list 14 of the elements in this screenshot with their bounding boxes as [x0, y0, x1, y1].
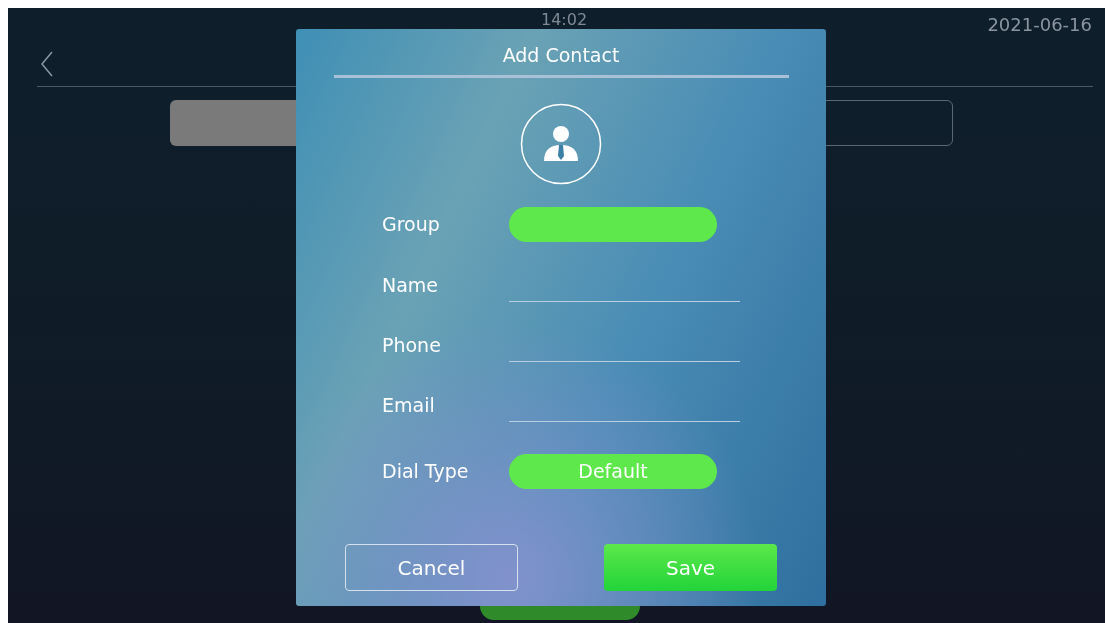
field-label: Group	[382, 213, 441, 235]
field-label: Email	[382, 394, 436, 418]
dropdown-field[interactable]: Default	[509, 453, 717, 489]
field-label: Phone	[382, 334, 442, 358]
status-time: 14:02	[541, 10, 588, 29]
status-date: 2021-06-16	[987, 14, 1092, 35]
save-button[interactable]: Save	[604, 544, 777, 591]
field-label: Dial Type	[382, 460, 470, 482]
field-label: Name	[382, 274, 440, 298]
cancel-button[interactable]: Cancel	[345, 544, 518, 591]
dialog-title: Add Contact	[502, 44, 620, 66]
dropdown-field[interactable]	[509, 206, 717, 242]
back-icon[interactable]	[40, 51, 54, 77]
person-avatar-icon[interactable]	[520, 103, 602, 185]
